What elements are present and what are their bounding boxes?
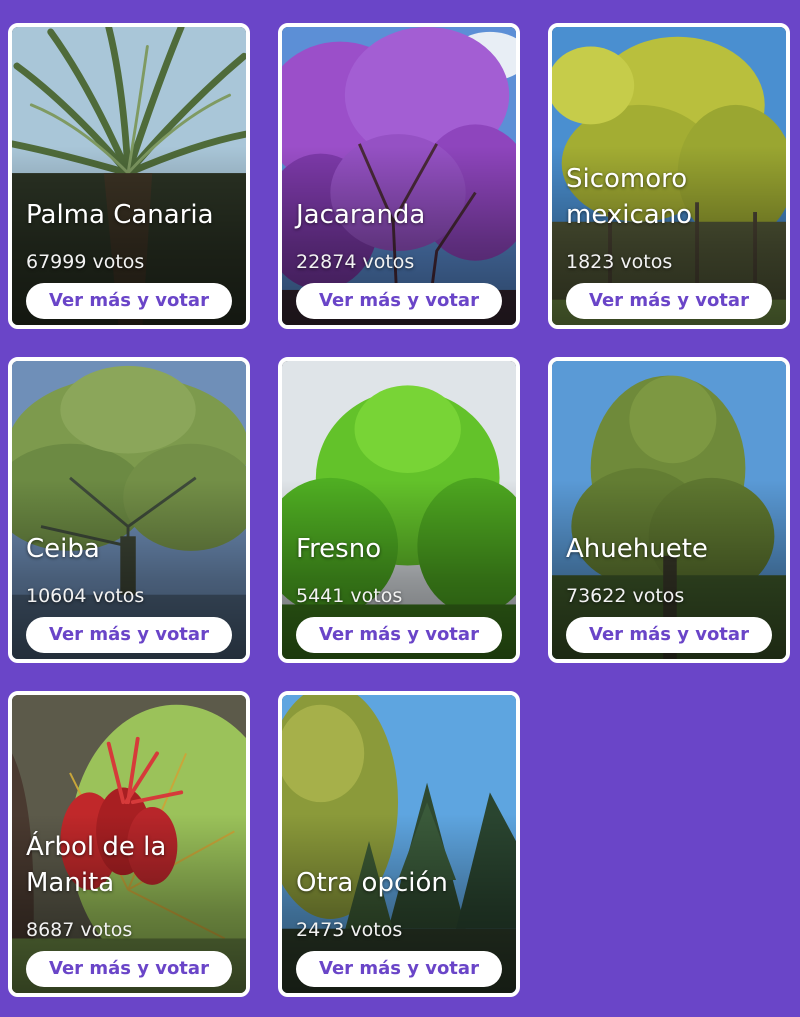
vote-button[interactable]: Ver más y votar [296,283,502,319]
vote-count: 10604 votos [26,585,145,607]
tree-name: Ahuehuete [566,534,708,564]
tree-name: Palma Canaria [26,200,214,230]
tree-card-jacaranda[interactable]: Jacaranda 22874 votos Ver más y votar [278,23,520,329]
tree-card-fresno[interactable]: Fresno 5441 votos Ver más y votar [278,357,520,663]
tree-name: Árbol de la Manita [26,832,167,898]
tree-grid: Palma Canaria 67999 votos Ver más y vota… [0,0,800,1017]
vote-button[interactable]: Ver más y votar [26,617,232,653]
tree-card-otra-opcion[interactable]: Otra opción 2473 votos Ver más y votar [278,691,520,997]
vote-button[interactable]: Ver más y votar [296,617,502,653]
vote-button[interactable]: Ver más y votar [26,283,232,319]
vote-count: 2473 votos [296,919,403,941]
vote-count: 67999 votos [26,251,145,273]
tree-card-ahuehuete[interactable]: Ahuehuete 73622 votos Ver más y votar [548,357,790,663]
vote-count: 8687 votos [26,919,133,941]
vote-button[interactable]: Ver más y votar [566,283,772,319]
tree-card-arbol-de-la-manita[interactable]: Árbol de la Manita 8687 votos Ver más y … [8,691,250,997]
vote-button[interactable]: Ver más y votar [566,617,772,653]
tree-card-palma-canaria[interactable]: Palma Canaria 67999 votos Ver más y vota… [8,23,250,329]
tree-name: Sicomoro mexicano [566,164,693,230]
tree-name: Ceiba [26,534,100,564]
tree-name: Jacaranda [296,200,426,230]
vote-button[interactable]: Ver más y votar [26,951,232,987]
vote-count: 5441 votos [296,585,403,607]
tree-name: Fresno [296,534,382,564]
tree-card-ceiba[interactable]: Ceiba 10604 votos Ver más y votar [8,357,250,663]
vote-count: 73622 votos [566,585,685,607]
vote-count: 22874 votos [296,251,415,273]
tree-name: Otra opción [296,868,448,898]
tree-card-sicomoro-mexicano[interactable]: Sicomoro mexicano 1823 votos Ver más y v… [548,23,790,329]
vote-button[interactable]: Ver más y votar [296,951,502,987]
vote-count: 1823 votos [566,251,673,273]
